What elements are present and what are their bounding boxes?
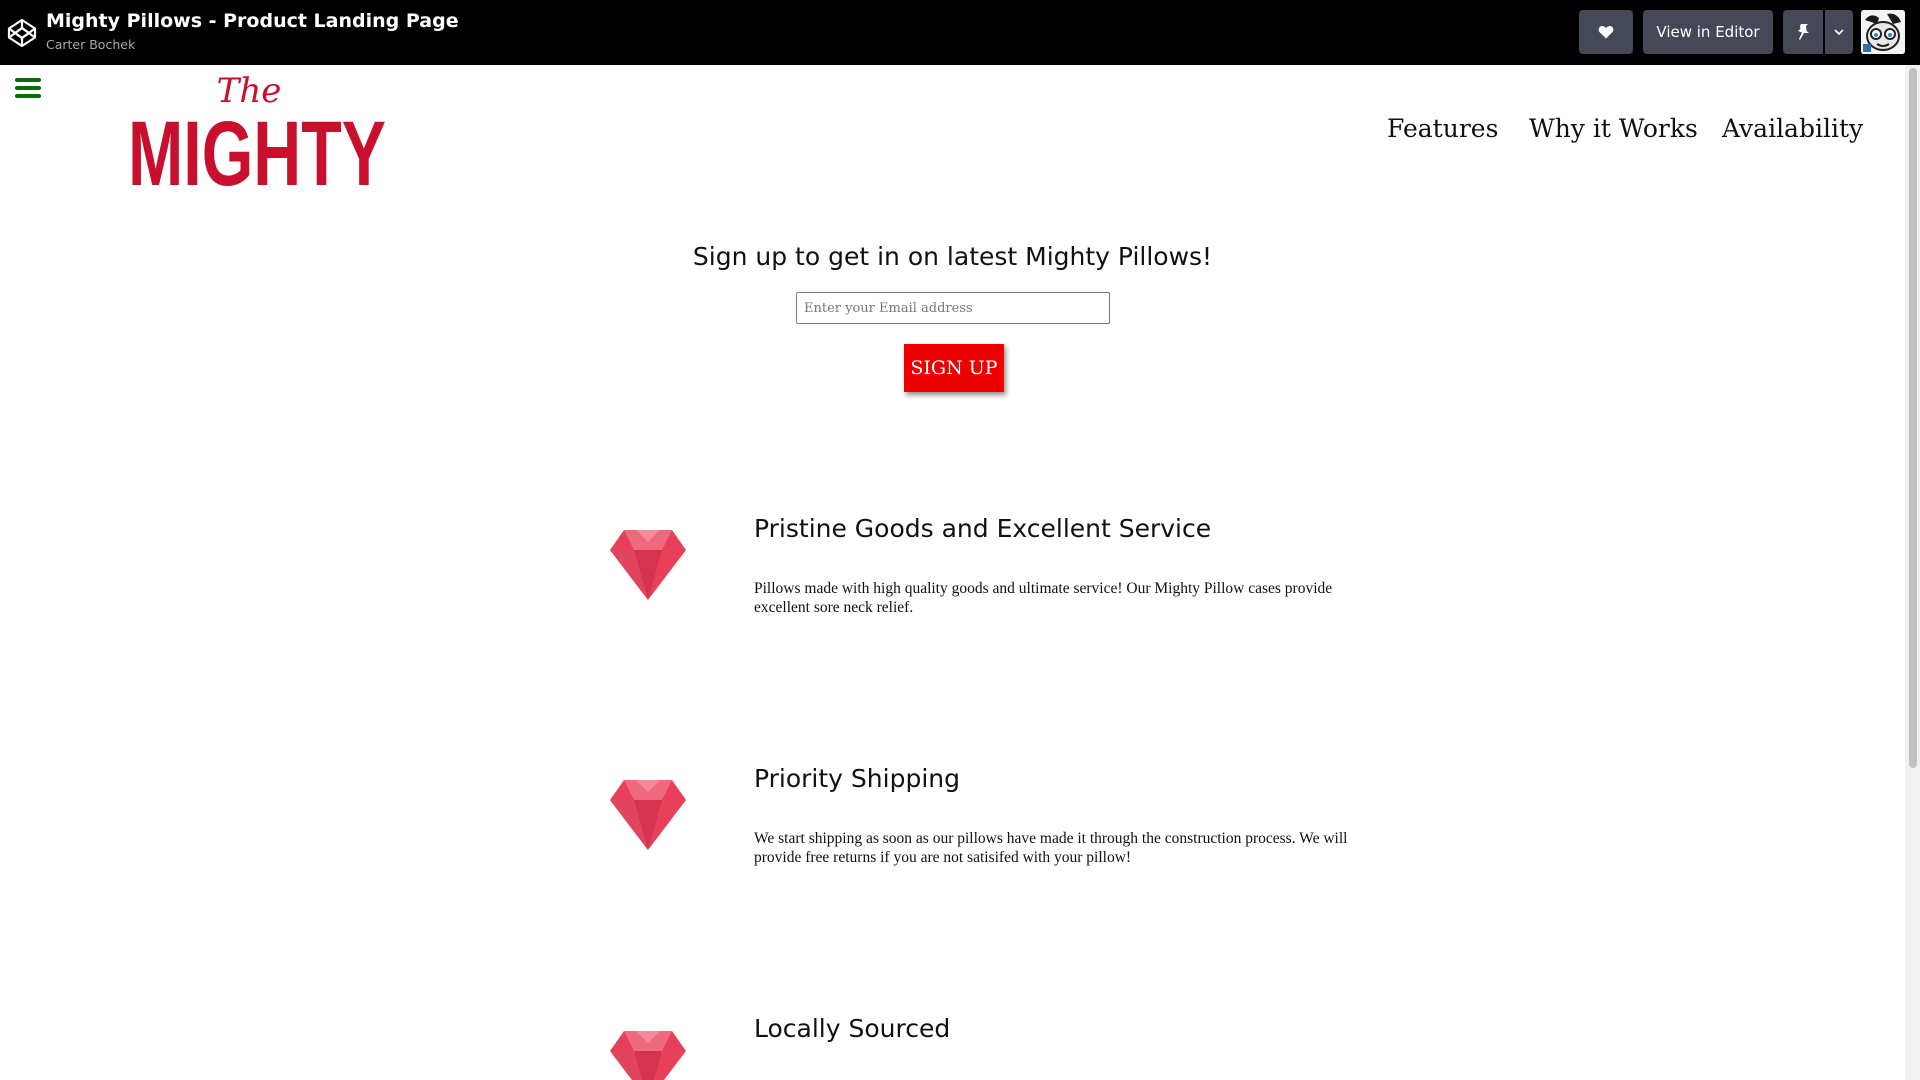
- heart-icon: [1598, 25, 1614, 39]
- gem-icon: [610, 530, 686, 600]
- pen-title: Mighty Pillows - Product Landing Page: [46, 10, 459, 32]
- pin-icon: [1798, 24, 1809, 40]
- hamburger-menu-icon[interactable]: [15, 78, 41, 98]
- pin-options-button[interactable]: [1825, 10, 1853, 54]
- codepen-logo-icon[interactable]: [7, 18, 37, 48]
- gem-icon: [610, 780, 686, 850]
- feature-description: We start shipping as soon as our pillows…: [754, 830, 1348, 866]
- feature-description: Pillows made with high quality goods and…: [754, 580, 1333, 616]
- nav-link-availability[interactable]: Availability: [1722, 114, 1863, 143]
- feature-title: Priority Shipping: [754, 764, 960, 793]
- view-in-editor-button[interactable]: View in Editor: [1643, 10, 1773, 54]
- svg-text:MIGHTY: MIGHTY: [128, 103, 386, 195]
- page-scrollbar[interactable]: [1905, 65, 1920, 1080]
- nav-link-why-it-works[interactable]: Why it Works: [1529, 114, 1698, 143]
- gem-icon: [610, 1031, 686, 1080]
- signup-button[interactable]: SIGN UP: [904, 344, 1004, 392]
- email-input[interactable]: [796, 292, 1110, 324]
- feature-title: Locally Sourced: [754, 1014, 951, 1043]
- pen-author[interactable]: Carter Bochek: [46, 37, 135, 52]
- mighty-logo[interactable]: The MIGHTY: [126, 65, 388, 195]
- preview-page: The MIGHTY Features Why it Works Availab…: [0, 65, 1905, 1080]
- scrollbar-thumb[interactable]: [1909, 68, 1917, 768]
- feature-title: Pristine Goods and Excellent Service: [754, 514, 1212, 543]
- signup-heading: Sign up to get in on latest Mighty Pillo…: [692, 242, 1213, 271]
- avatar-image: [1861, 10, 1905, 54]
- pin-button[interactable]: [1783, 10, 1823, 54]
- chevron-down-icon: [1834, 29, 1844, 35]
- nav-link-features[interactable]: Features: [1387, 114, 1498, 143]
- user-avatar[interactable]: [1861, 10, 1905, 54]
- codepen-header: Mighty Pillows - Product Landing Page Ca…: [0, 0, 1920, 65]
- heart-button[interactable]: [1579, 10, 1633, 54]
